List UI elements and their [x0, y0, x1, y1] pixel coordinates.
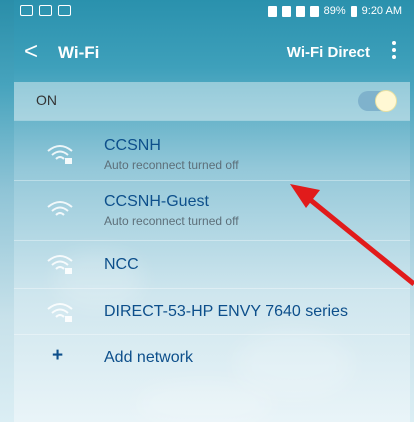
bluetooth-icon — [281, 5, 291, 17]
wifi-state-label: ON — [36, 92, 57, 108]
network-name: CCSNH — [104, 137, 161, 154]
notification-icon — [20, 5, 33, 16]
lock-icon — [65, 316, 72, 322]
network-item-ccsnh[interactable]: CCSNH Auto reconnect turned off — [14, 120, 410, 181]
lock-icon — [65, 268, 72, 274]
notification-icons — [20, 5, 71, 16]
add-network-label: Add network — [104, 349, 193, 366]
network-name: CCSNH-Guest — [104, 193, 209, 210]
more-vert-icon[interactable] — [384, 38, 404, 64]
app-bar: < Wi-Fi Wi-Fi Direct — [14, 26, 410, 82]
wifi-toggle-switch[interactable] — [358, 90, 397, 112]
plus-icon: + — [52, 345, 64, 366]
alarm-icon — [267, 5, 277, 17]
signal-icon — [309, 5, 319, 17]
clock: 9:20 AM — [361, 5, 402, 17]
lock-icon — [65, 158, 72, 164]
network-item-ccsnh-guest[interactable]: CCSNH-Guest Auto reconnect turned off — [14, 180, 410, 241]
add-network-button[interactable]: + Add network — [14, 334, 410, 381]
toggle-knob — [375, 90, 397, 112]
wifi-signal-icon — [47, 255, 73, 274]
wifi-signal-icon — [47, 201, 73, 216]
wifi-signal-icon — [47, 145, 73, 164]
battery-icon — [350, 5, 357, 17]
page-title: Wi-Fi — [58, 43, 100, 62]
status-bar: 89% 9:20 AM — [14, 0, 410, 26]
background-bokeh — [134, 380, 274, 422]
nfc-icon — [295, 5, 305, 17]
network-name: NCC — [104, 256, 139, 273]
system-status-icons: 89% 9:20 AM — [267, 5, 402, 17]
wifi-direct-button[interactable]: Wi-Fi Direct — [287, 44, 370, 61]
network-item-ncc[interactable]: NCC — [14, 240, 410, 289]
network-status: Auto reconnect turned off — [104, 214, 239, 228]
wifi-settings-screen: 89% 9:20 AM < Wi-Fi Wi-Fi Direct ON CCSN… — [14, 0, 410, 422]
back-arrow-icon[interactable]: < — [24, 38, 38, 66]
wifi-toggle-row[interactable]: ON — [14, 82, 410, 120]
network-item-direct-hp[interactable]: DIRECT-53-HP ENVY 7640 series — [14, 288, 410, 335]
wifi-signal-icon — [47, 303, 73, 322]
image-icon — [58, 5, 71, 16]
battery-percent: 89% — [323, 5, 346, 17]
network-status: Auto reconnect turned off — [104, 158, 239, 172]
notification-icon — [39, 5, 52, 16]
network-name: DIRECT-53-HP ENVY 7640 series — [104, 303, 348, 320]
